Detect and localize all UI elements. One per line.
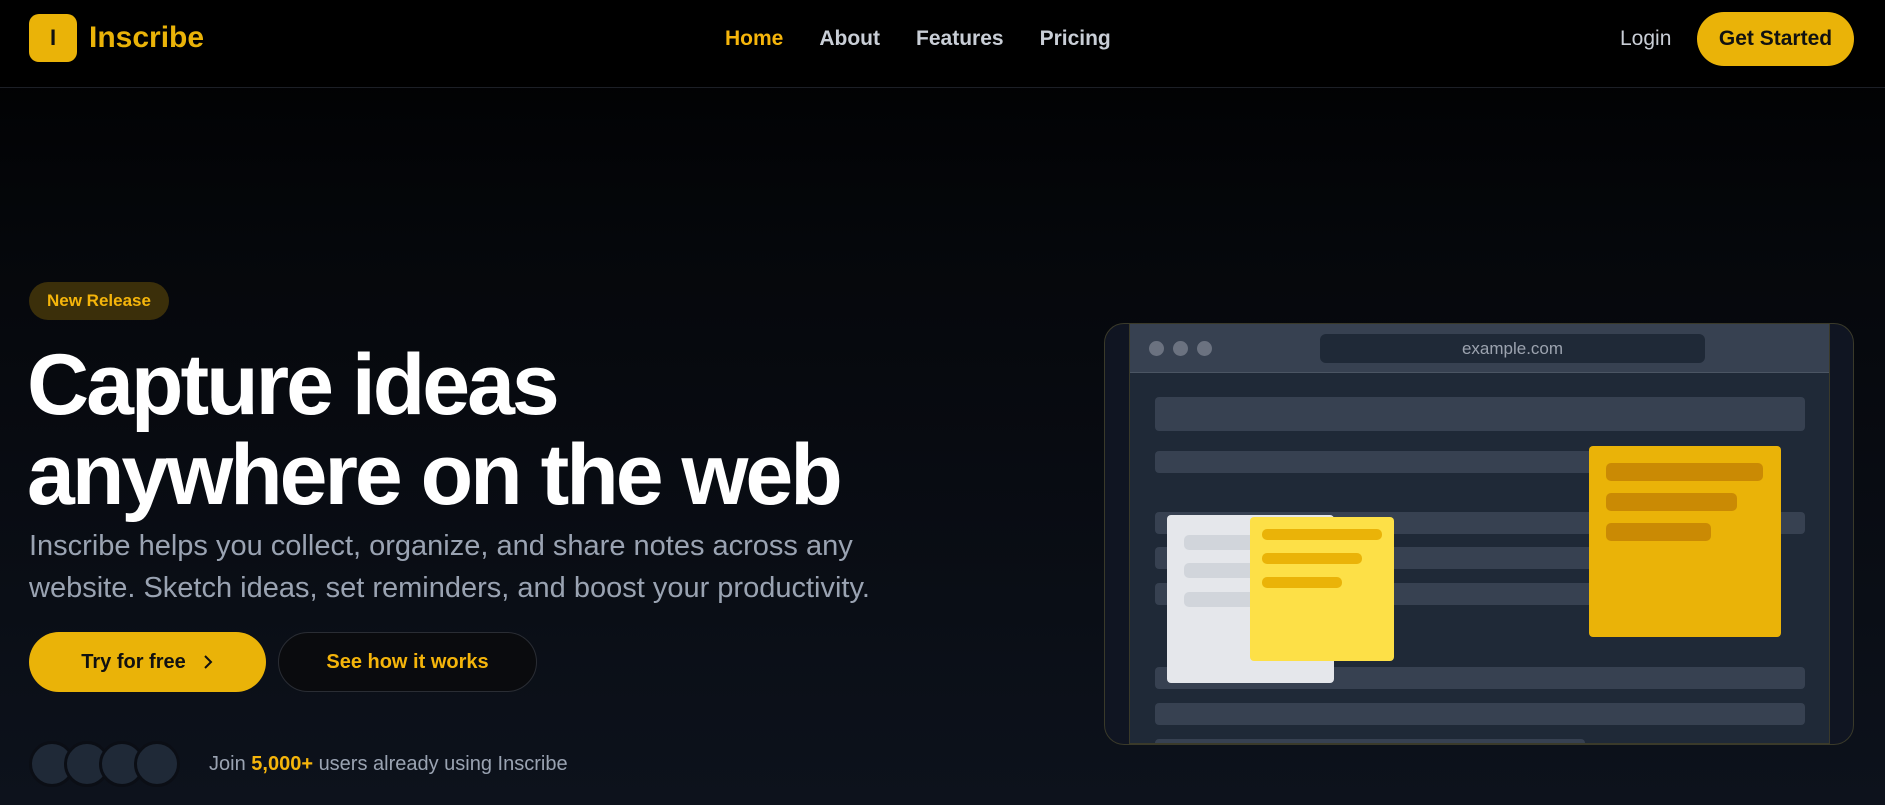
social-suffix: users already using Inscribe (318, 753, 568, 775)
social-proof: Join 5,000+ users already using Inscribe (209, 753, 568, 776)
note-line (1262, 553, 1362, 564)
top-navbar: I Inscribe Home About Features Pricing L… (0, 0, 1885, 88)
headline-line-2: anywhere on the web (27, 427, 843, 523)
nav-link-about[interactable]: About (819, 27, 880, 51)
sticky-note-yellow (1250, 517, 1394, 661)
social-prefix: Join (209, 753, 246, 775)
note-line (1606, 463, 1763, 481)
content-line (1155, 451, 1615, 473)
logo-mark: I (29, 14, 77, 62)
headline-line-1: Capture ideas (27, 337, 560, 433)
get-started-button[interactable]: Get Started (1697, 12, 1854, 66)
window-dot-icon (1173, 341, 1188, 356)
release-badge: New Release (29, 282, 169, 320)
brand-name: Inscribe (89, 21, 205, 54)
content-line (1155, 397, 1805, 431)
note-line (1606, 493, 1737, 511)
see-how-it-works-button[interactable]: See how it works (278, 632, 537, 692)
window-dot-icon (1149, 341, 1164, 356)
browser-toolbar: example.com (1130, 324, 1829, 373)
window-dot-icon (1197, 341, 1212, 356)
content-line (1155, 739, 1585, 743)
chevron-right-icon (204, 655, 213, 669)
url-bar: example.com (1320, 334, 1705, 363)
nav-link-home[interactable]: Home (725, 27, 783, 51)
login-link[interactable]: Login (1620, 27, 1671, 51)
note-line (1606, 523, 1711, 541)
try-for-free-label: Try for free (81, 650, 186, 673)
content-line (1155, 703, 1805, 725)
avatar (134, 741, 180, 787)
nav-link-pricing[interactable]: Pricing (1040, 27, 1111, 51)
note-line (1262, 529, 1382, 540)
brand-logo[interactable]: I Inscribe (29, 14, 204, 62)
try-for-free-button[interactable]: Try for free (29, 632, 266, 692)
user-avatars (29, 741, 180, 787)
note-line (1262, 577, 1342, 588)
main-nav: Home About Features Pricing (725, 27, 1111, 51)
sticky-note-large (1589, 446, 1781, 637)
hero-headline: Capture ideas anywhere on the web (27, 340, 927, 520)
user-count: 5,000+ (251, 753, 313, 775)
hero-subtitle: Inscribe helps you collect, organize, an… (29, 530, 870, 604)
nav-link-features[interactable]: Features (916, 27, 1004, 51)
